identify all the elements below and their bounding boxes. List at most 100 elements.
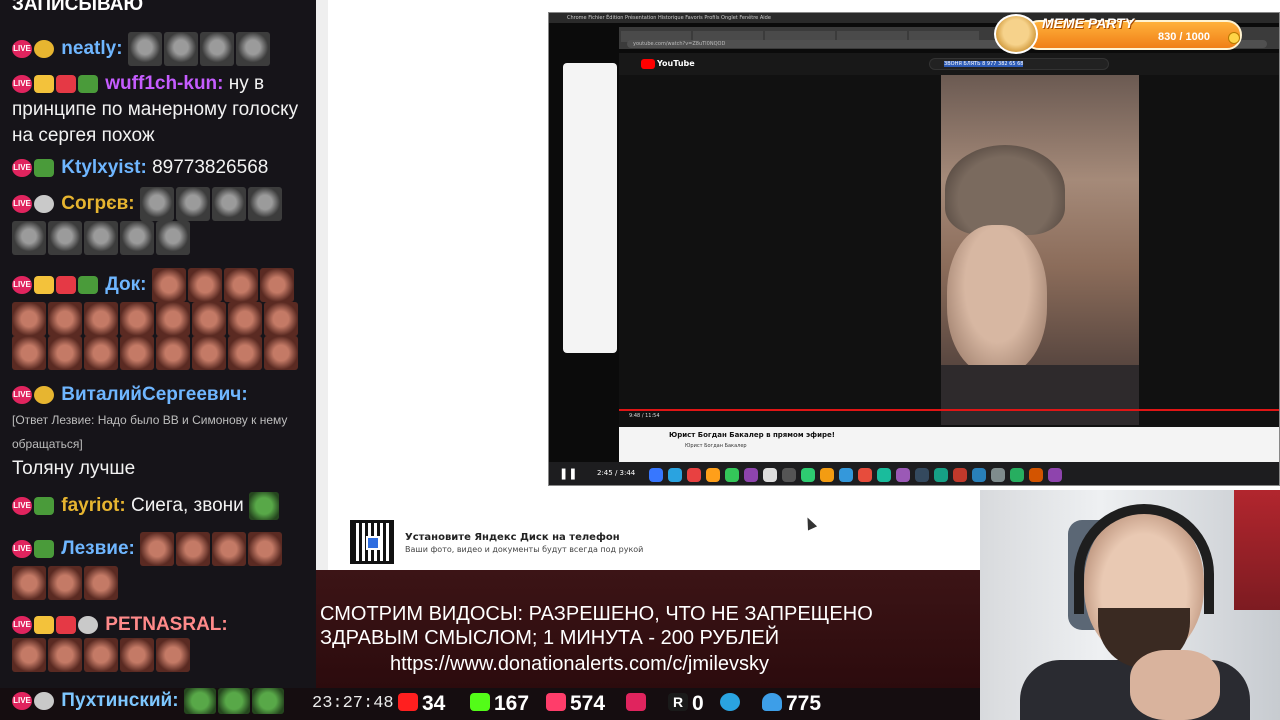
dock-app-icon[interactable]	[1029, 468, 1043, 482]
green-badge-icon	[78, 74, 98, 93]
fur-hat	[945, 145, 1065, 235]
dock-app-icon[interactable]	[649, 468, 663, 482]
live-badge-icon: LIVE	[12, 39, 32, 58]
dock-app-icon[interactable]	[687, 468, 701, 482]
dock-app-icon[interactable]	[934, 468, 948, 482]
emote-icon	[176, 532, 211, 566]
video-title[interactable]: Юрист Богдан Бакалер в прямом эфире!	[669, 431, 835, 439]
chat-nick[interactable]: Ktylxyist:	[61, 157, 147, 178]
youtube-player[interactable]: YouTube ЗВОНЯ БЛЯТЬ 8 977 382 65 68 9:48…	[619, 53, 1279, 433]
rules-line-1: СМОТРИМ ВИДОСЫ: РАЗРЕШЕНО, ЧТО НЕ ЗАПРЕЩ…	[320, 603, 873, 625]
emote-icon	[192, 302, 226, 336]
dock-app-icon[interactable]	[991, 468, 1005, 482]
rutube-icon	[626, 693, 646, 712]
emote-icon	[120, 336, 154, 370]
r-icon: R	[668, 693, 688, 712]
live-badge-icon: LIVE	[12, 385, 32, 404]
dock-app-icon[interactable]	[858, 468, 872, 482]
emote-icon	[199, 32, 234, 66]
chat-nick[interactable]: Согрєв:	[61, 193, 134, 214]
emote-icon	[48, 221, 82, 255]
chat-nick[interactable]: wuff1ch-kun:	[105, 73, 223, 94]
dock-app-icon[interactable]	[782, 468, 796, 482]
yandex-disk-icon	[366, 536, 380, 550]
meme-party-title: MEME PARTY	[1042, 15, 1135, 31]
emote-icon	[175, 187, 210, 221]
doge-icon	[994, 14, 1038, 54]
emote-icon	[84, 302, 118, 336]
dock-app-icon[interactable]	[706, 468, 720, 482]
video-frame[interactable]: Chrome Fichier Édition Présentation Hist…	[548, 12, 1280, 486]
emote-icon	[84, 336, 118, 370]
page-left-bar	[316, 0, 328, 570]
yandex-disk-banner[interactable]: Установите Яндекс Диск на телефон Ваши ф…	[346, 516, 976, 570]
chat-message: LIVE PETNASRAL:	[12, 612, 312, 673]
r-viewers: R0	[668, 690, 704, 718]
dock-app-icon[interactable]	[1010, 468, 1024, 482]
emote-icon	[228, 336, 262, 370]
vk-viewers: 574	[546, 690, 605, 718]
dock-app-icon[interactable]	[820, 468, 834, 482]
emote-icon	[163, 32, 198, 66]
beer-badge-icon	[34, 615, 54, 634]
player-time: 9:48 / 11:54	[629, 413, 660, 419]
emote-icon	[156, 302, 190, 336]
youtube-search-input[interactable]: ЗВОНЯ БЛЯТЬ 8 977 382 65 68	[929, 58, 1109, 70]
dock-app-icon[interactable]	[725, 468, 739, 482]
stats-bar: LIVE Пухтинский: 23:27:48 34 167 574 R0 …	[0, 688, 980, 720]
chat-text: 89773826568	[152, 157, 269, 179]
vk-live-icon	[546, 693, 566, 712]
stream-screen: ЗАПИСЫВАЮ LIVE neatly: LIVE wuff1ch-kun:…	[0, 0, 1280, 720]
dock-app-icon[interactable]	[1048, 468, 1062, 482]
chat-nick[interactable]: fayriot:	[61, 495, 125, 516]
pause-icon[interactable]: ❚❚	[559, 467, 577, 480]
emote-icon	[120, 302, 154, 336]
dock-app-icon[interactable]	[839, 468, 853, 482]
emote-icon	[139, 187, 174, 221]
chat-nick[interactable]: Лезвие:	[61, 538, 135, 559]
emote-icon	[192, 336, 226, 370]
emote-icon	[84, 638, 118, 673]
chat-nick[interactable]: neatly:	[61, 38, 122, 59]
chat-nick[interactable]: Док:	[105, 274, 146, 295]
dock-app-icon[interactable]	[801, 468, 815, 482]
emote-icon	[156, 638, 190, 673]
emote-icon	[12, 302, 46, 336]
channel-name[interactable]: Юрист Богдан Бакалер	[685, 443, 747, 449]
chat-nick[interactable]: Пухтинский:	[61, 690, 178, 711]
streamer-webcam	[980, 490, 1280, 720]
gold-badge-icon	[34, 39, 54, 58]
green-badge-icon	[34, 539, 54, 558]
chat-message: LIVE ВиталийСергеевич: [Ответ Лезвие: На…	[12, 382, 312, 482]
chat-nick[interactable]: PETNASRAL:	[105, 614, 227, 635]
dock-app-icon[interactable]	[744, 468, 758, 482]
live-badge-icon: LIVE	[12, 194, 32, 213]
live-badge-icon: LIVE	[12, 74, 32, 93]
emote-icon	[48, 566, 82, 600]
beer-badge-icon	[34, 275, 54, 294]
video-progress-bar[interactable]	[619, 409, 1279, 411]
emote-icon	[48, 336, 82, 370]
chat-panel: ЗАПИСЫВАЮ LIVE neatly: LIVE wuff1ch-kun:…	[0, 0, 316, 688]
dock-app-icon[interactable]	[877, 468, 891, 482]
chat-message: LIVE wuff1ch-kun: ну в принципе по манер…	[12, 71, 312, 149]
dock-app-icon[interactable]	[915, 468, 929, 482]
webcam-flag	[1234, 490, 1280, 610]
live-badge-icon: LIVE	[12, 691, 32, 710]
donation-link[interactable]: https://www.donationalerts.com/c/jmilevs…	[316, 653, 980, 676]
live-badge-icon: LIVE	[12, 539, 32, 558]
chat-nick[interactable]: ВиталийСергеевич:	[61, 384, 247, 405]
dock-app-icon[interactable]	[972, 468, 986, 482]
dock-app-icon[interactable]	[668, 468, 682, 482]
youtube-icon	[398, 693, 418, 712]
emote-icon	[12, 566, 46, 600]
youtube-logo[interactable]: YouTube	[641, 58, 695, 70]
dock-app-icon[interactable]	[953, 468, 967, 482]
chat-message: LIVE neatly:	[12, 32, 312, 66]
person-sweater	[941, 365, 1139, 425]
total-viewers: 775	[762, 690, 821, 718]
dock-app-icon[interactable]	[763, 468, 777, 482]
emote-icon	[48, 638, 82, 673]
dock-app-icon[interactable]	[896, 468, 910, 482]
emote-icon	[12, 221, 46, 255]
